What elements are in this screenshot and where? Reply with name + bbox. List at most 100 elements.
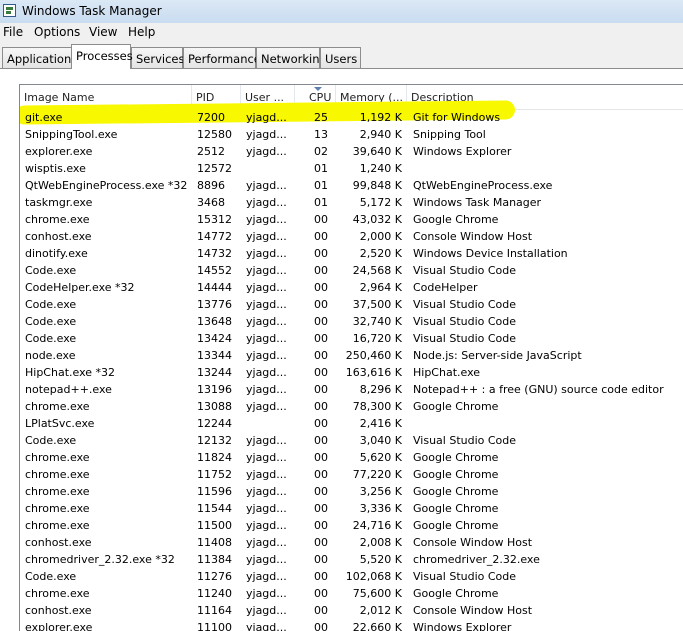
- pid-cell: 3468: [197, 196, 225, 209]
- memory-cell: 3,040 K: [359, 434, 402, 447]
- tab-applications[interactable]: Applications: [2, 47, 77, 68]
- table-row[interactable]: Code.exe 12132 yjagd... 00 3,040 K Visual Stu…: [20, 432, 683, 449]
- table-row[interactable]: taskmgr.exe 3468 yjagd... 01 5,172 K Windows …: [20, 194, 683, 211]
- image-name-cell: chrome.exe: [25, 502, 90, 515]
- table-row[interactable]: LPlatSvc.exe 12244 00 2,416 K: [20, 415, 683, 432]
- table-row[interactable]: SnippingTool.exe 12580 yjagd... 13 2,940 K Sn…: [20, 126, 683, 143]
- image-name-cell: explorer.exe: [25, 145, 93, 158]
- pid-cell: 13648: [197, 315, 232, 328]
- process-rows: git.exe 7200 yjagd... 25 1,192 K Git for Wind…: [20, 109, 683, 631]
- title-bar: Windows Task Manager: [0, 0, 683, 23]
- user-name-cell: [246, 415, 294, 432]
- cpu-cell: 00: [314, 468, 328, 481]
- memory-cell: 5,172 K: [359, 196, 402, 209]
- image-name-cell: Code.exe: [25, 332, 77, 345]
- table-row[interactable]: chrome.exe 11544 yjagd... 00 3,336 K Google C…: [20, 500, 683, 517]
- table-row[interactable]: Code.exe 13648 yjagd... 00 32,740 K Visual St…: [20, 313, 683, 330]
- cpu-cell: 00: [314, 434, 328, 447]
- tab-performance[interactable]: Performance: [183, 47, 261, 68]
- user-name-cell: yjagd...: [246, 587, 287, 600]
- pid-cell: 14552: [197, 264, 232, 277]
- menu-file[interactable]: File: [3, 25, 23, 39]
- memory-cell: 2,416 K: [359, 417, 402, 430]
- table-row[interactable]: node.exe 13344 yjagd... 00 250,460 K Node.js:…: [20, 347, 683, 364]
- memory-cell: 99,848 K: [352, 179, 402, 192]
- user-name-cell: yjagd...: [246, 451, 287, 464]
- image-name-cell: node.exe: [25, 349, 76, 362]
- table-row[interactable]: Code.exe 13776 yjagd... 00 37,500 K Visual St…: [20, 296, 683, 313]
- cpu-cell: 01: [314, 162, 328, 175]
- pid-cell: 14732: [197, 247, 232, 260]
- table-row[interactable]: Code.exe 11276 yjagd... 00 102,068 K Visual S…: [20, 568, 683, 585]
- image-name-cell: CodeHelper.exe *32: [25, 281, 135, 294]
- table-row[interactable]: explorer.exe 2512 yjagd... 02 39,640 K Window…: [20, 143, 683, 160]
- table-row[interactable]: Code.exe 13424 yjagd... 00 16,720 K Visual St…: [20, 330, 683, 347]
- cpu-cell: 00: [314, 417, 328, 430]
- memory-cell: 1,240 K: [359, 162, 402, 175]
- user-name-cell: yjagd...: [246, 264, 287, 277]
- description-cell: Visual Studio Code: [413, 298, 517, 311]
- image-name-cell: explorer.exe: [25, 621, 93, 631]
- table-row[interactable]: QtWebEngineProcess.exe *32 8896 yjagd... 01…: [20, 177, 683, 194]
- user-name-cell: yjagd...: [246, 111, 287, 124]
- table-row[interactable]: chromedriver_2.32.exe *32 11384 yjagd... 00…: [20, 551, 683, 568]
- description-cell: Windows Task Manager: [413, 196, 542, 209]
- table-row[interactable]: chrome.exe 11824 yjagd... 00 5,620 K Google C…: [20, 449, 683, 466]
- user-name-cell: yjagd...: [246, 383, 287, 396]
- image-name-cell: QtWebEngineProcess.exe *32: [25, 179, 188, 192]
- memory-cell: 2,520 K: [359, 247, 402, 260]
- image-name-cell: dinotify.exe: [25, 247, 88, 260]
- pid-cell: 2512: [197, 145, 225, 158]
- table-row[interactable]: notepad++.exe 13196 yjagd... 00 8,296 K Notep…: [20, 381, 683, 398]
- tab-processes[interactable]: Processes: [71, 44, 133, 69]
- table-row[interactable]: dinotify.exe 14732 yjagd... 00 2,520 K Window…: [20, 245, 683, 262]
- pid-cell: 13776: [197, 298, 232, 311]
- table-row[interactable]: conhost.exe 11164 yjagd... 00 2,012 K Console…: [20, 602, 683, 619]
- pid-cell: 11596: [197, 485, 232, 498]
- memory-cell: 3,256 K: [359, 485, 402, 498]
- table-row[interactable]: conhost.exe 14772 yjagd... 00 2,000 K Console…: [20, 228, 683, 245]
- table-row[interactable]: chrome.exe 15312 yjagd... 00 43,032 K Google …: [20, 211, 683, 228]
- description-cell: [413, 160, 683, 177]
- menu-help[interactable]: Help: [128, 25, 155, 39]
- tab-networking[interactable]: Networking: [256, 47, 327, 68]
- user-name-cell: yjagd...: [246, 332, 287, 345]
- tab-services[interactable]: Services: [131, 47, 185, 68]
- table-row[interactable]: conhost.exe 11408 yjagd... 00 2,008 K Console…: [20, 534, 683, 551]
- table-row[interactable]: chrome.exe 11596 yjagd... 00 3,256 K Google C…: [20, 483, 683, 500]
- table-row[interactable]: chrome.exe 13088 yjagd... 00 78,300 K Google …: [20, 398, 683, 415]
- memory-cell: 77,220 K: [352, 468, 402, 481]
- menu-options[interactable]: Options: [34, 25, 80, 39]
- description-cell: Node.js: Server-side JavaScript: [413, 349, 582, 362]
- table-row[interactable]: git.exe 7200 yjagd... 25 1,192 K Git for Wind…: [20, 109, 683, 126]
- memory-cell: 37,500 K: [352, 298, 402, 311]
- pid-cell: 11240: [197, 587, 232, 600]
- table-row[interactable]: chrome.exe 11752 yjagd... 00 77,220 K Google …: [20, 466, 683, 483]
- table-row[interactable]: chrome.exe 11500 yjagd... 00 24,716 K Google …: [20, 517, 683, 534]
- pid-cell: 7200: [197, 111, 225, 124]
- description-cell: Console Window Host: [413, 604, 533, 617]
- user-name-cell: yjagd...: [246, 519, 287, 532]
- user-name-cell: yjagd...: [246, 179, 287, 192]
- table-row[interactable]: CodeHelper.exe *32 14444 yjagd... 00 2,964 K…: [20, 279, 683, 296]
- description-cell: Notepad++ : a free (GNU) source code edi…: [413, 383, 664, 396]
- table-row[interactable]: chrome.exe 11240 yjagd... 00 75,600 K Google …: [20, 585, 683, 602]
- table-row[interactable]: HipChat.exe *32 13244 yjagd... 00 163,616 K H…: [20, 364, 683, 381]
- memory-cell: 5,520 K: [359, 553, 402, 566]
- memory-cell: 163,616 K: [345, 366, 402, 379]
- memory-cell: 32,740 K: [352, 315, 402, 328]
- cpu-cell: 02: [314, 145, 328, 158]
- description-cell: chromedriver_2.32.exe: [413, 553, 540, 566]
- image-name-cell: conhost.exe: [25, 230, 92, 243]
- table-row[interactable]: explorer.exe 11100 yjagd... 00 22,660 K Windo…: [20, 619, 683, 631]
- cpu-cell: 00: [314, 519, 328, 532]
- table-row[interactable]: Code.exe 14552 yjagd... 00 24,568 K Visual St…: [20, 262, 683, 279]
- process-list[interactable]: Image Name PID User ... CPU Memory (... …: [19, 84, 683, 631]
- image-name-cell: git.exe: [25, 111, 63, 124]
- table-row[interactable]: wisptis.exe 12572 01 1,240 K: [20, 160, 683, 177]
- user-name-cell: yjagd...: [246, 553, 287, 566]
- description-cell: Google Chrome: [413, 485, 499, 498]
- tab-users[interactable]: Users: [320, 47, 361, 68]
- cpu-cell: 00: [314, 485, 328, 498]
- menu-view[interactable]: View: [89, 25, 117, 39]
